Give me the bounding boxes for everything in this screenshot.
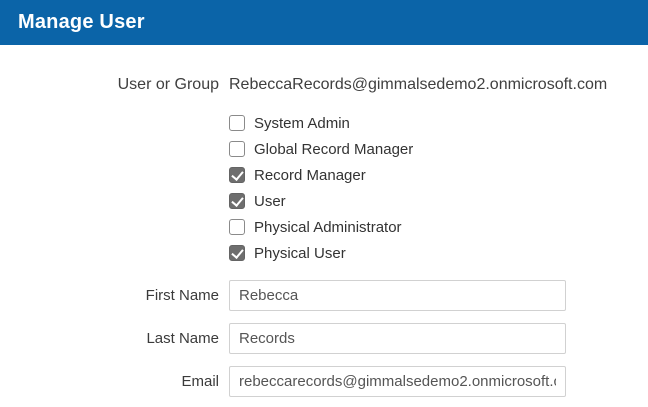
physical-administrator-checkbox[interactable] [229,219,245,235]
page-title: Manage User [18,11,145,34]
roles-label-spacer [0,110,219,266]
role-label-global-record-manager: Global Record Manager [254,141,413,158]
page-header: Manage User [0,0,648,45]
user-checkbox[interactable] [229,193,245,209]
manage-user-page: Manage User User or Group RebeccaRecords… [0,0,648,397]
user-or-group-label: User or Group [0,75,219,95]
email-label: Email [0,373,219,390]
roles-row: System Admin Global Record Manager Recor… [0,110,648,266]
role-row-user[interactable]: User [229,188,413,214]
roles-checkbox-group: System Admin Global Record Manager Recor… [229,110,413,266]
user-or-group-row: User or Group RebeccaRecords@gimmalsedem… [0,75,648,95]
email-row: Email [0,366,648,397]
email-input[interactable] [229,366,566,397]
role-row-record-manager[interactable]: Record Manager [229,162,413,188]
global-record-manager-checkbox[interactable] [229,141,245,157]
role-row-physical-administrator[interactable]: Physical Administrator [229,214,413,240]
manage-user-form: User or Group RebeccaRecords@gimmalsedem… [0,45,648,397]
record-manager-checkbox[interactable] [229,167,245,183]
system-admin-checkbox[interactable] [229,115,245,131]
last-name-input[interactable] [229,323,566,354]
first-name-row: First Name [0,280,648,311]
role-label-user: User [254,193,286,210]
role-row-system-admin[interactable]: System Admin [229,110,413,136]
last-name-label: Last Name [0,330,219,347]
role-label-system-admin: System Admin [254,115,350,132]
physical-user-checkbox[interactable] [229,245,245,261]
user-or-group-value: RebeccaRecords@gimmalsedemo2.onmicrosoft… [229,75,607,95]
first-name-input[interactable] [229,280,566,311]
role-label-physical-user: Physical User [254,245,346,262]
first-name-label: First Name [0,287,219,304]
role-label-physical-administrator: Physical Administrator [254,219,402,236]
last-name-row: Last Name [0,323,648,354]
role-row-global-record-manager[interactable]: Global Record Manager [229,136,413,162]
role-label-record-manager: Record Manager [254,167,366,184]
role-row-physical-user[interactable]: Physical User [229,240,413,266]
